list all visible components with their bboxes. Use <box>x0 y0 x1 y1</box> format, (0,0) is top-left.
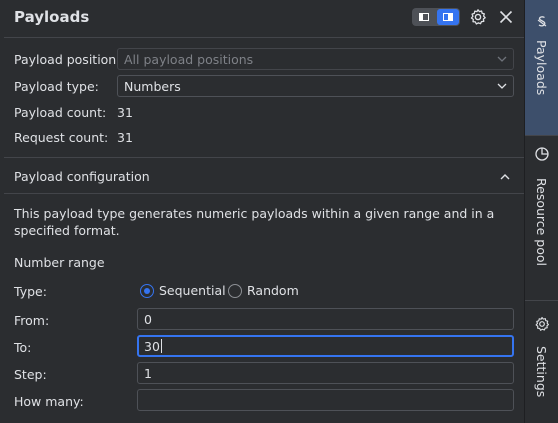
from-input[interactable]: 0 <box>137 308 514 330</box>
payload-position-value: All payload positions <box>124 52 254 67</box>
right-sidebar: Payloads Resource pool Settings <box>524 0 558 423</box>
payload-count-value: 31 <box>117 105 133 120</box>
panel-title: Payloads <box>14 8 90 26</box>
from-label: From: <box>14 313 50 328</box>
close-icon[interactable] <box>497 8 515 26</box>
radio-unselected-icon <box>228 284 242 298</box>
payload-configuration-title[interactable]: Payload configuration <box>14 169 150 184</box>
payload-count-label: Payload count: <box>14 105 107 120</box>
request-count-label: Request count: <box>14 130 109 145</box>
gear-icon[interactable] <box>469 8 487 26</box>
layout-left-icon <box>419 13 429 21</box>
how-many-label: How many: <box>14 394 84 409</box>
chevron-down-icon <box>497 83 507 89</box>
payload-type-label: Payload type: <box>14 79 99 94</box>
number-range-heading: Number range <box>14 255 105 270</box>
payload-position-select: All payload positions <box>117 48 514 70</box>
layout-left-button[interactable] <box>413 9 435 25</box>
range-type-label: Type: <box>14 284 47 299</box>
step-input[interactable]: 1 <box>137 362 514 384</box>
layout-right-button[interactable] <box>437 9 459 25</box>
gear-icon <box>535 316 550 331</box>
layout-right-icon <box>443 13 453 21</box>
request-count-value: 31 <box>117 130 133 145</box>
to-label: To: <box>14 340 32 355</box>
sidebar-tab-resource-pool[interactable]: Resource pool <box>525 136 558 300</box>
step-label: Step: <box>14 367 47 382</box>
payloads-icon <box>537 16 547 27</box>
payload-position-label: Payload position: <box>14 52 121 67</box>
to-value-wrap: 30 <box>144 339 162 354</box>
payload-type-select[interactable]: Numbers <box>117 75 514 97</box>
payload-type-value: Numbers <box>124 79 181 94</box>
text-caret <box>160 339 162 353</box>
config-description: This payload type generates numeric payl… <box>14 206 495 238</box>
sidebar-tab-settings-label: Settings <box>534 346 549 398</box>
header-divider <box>4 37 524 38</box>
chevron-down-icon <box>497 56 507 62</box>
section-divider <box>4 157 524 158</box>
sidebar-tab-payloads-label: Payloads <box>534 40 549 96</box>
from-value: 0 <box>144 312 152 327</box>
resource-pool-icon <box>535 147 549 161</box>
how-many-input[interactable] <box>137 389 514 411</box>
random-radio-label: Random <box>247 283 299 298</box>
sidebar-tab-payloads[interactable]: Payloads <box>525 0 558 135</box>
to-value: 30 <box>144 339 160 354</box>
config-divider <box>4 193 524 194</box>
sequential-radio-label: Sequential <box>159 283 226 298</box>
chevron-up-icon[interactable] <box>498 170 512 184</box>
sidebar-tab-resource-pool-label: Resource pool <box>534 178 549 267</box>
to-input[interactable]: 30 <box>137 335 514 357</box>
layout-toggle[interactable] <box>412 8 460 26</box>
payloads-panel: Payloads Payload position: All payload p… <box>0 0 524 423</box>
panel-header: Payloads <box>0 0 524 36</box>
sidebar-tab-settings[interactable]: Settings <box>525 301 558 423</box>
radio-selected-icon <box>140 284 154 298</box>
step-value: 1 <box>144 366 152 381</box>
